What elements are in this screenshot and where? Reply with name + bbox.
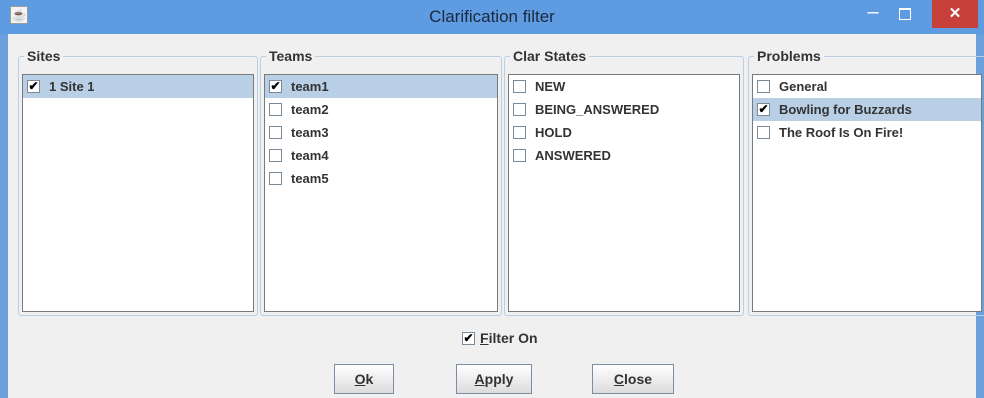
list-item[interactable]: ✔ team1 bbox=[265, 75, 497, 98]
teams-list[interactable]: ✔ team1 team2 team3 team4 team5 bbox=[264, 74, 498, 312]
maximize-button[interactable] bbox=[892, 0, 918, 28]
list-item[interactable]: The Roof Is On Fire! bbox=[753, 121, 981, 144]
list-item[interactable]: ANSWERED bbox=[509, 144, 739, 167]
list-item[interactable]: ✔ Bowling for Buzzards bbox=[753, 98, 981, 121]
sites-panel: Sites ✔ 1 Site 1 bbox=[18, 48, 258, 316]
teams-panel-title: Teams bbox=[266, 48, 316, 64]
list-item[interactable]: HOLD bbox=[509, 121, 739, 144]
item-label: team3 bbox=[291, 125, 329, 140]
checkbox[interactable] bbox=[513, 149, 526, 162]
filter-on-checkbox[interactable]: ✔ Filter On bbox=[462, 328, 538, 348]
checkbox[interactable] bbox=[269, 103, 282, 116]
checkbox[interactable]: ✔ bbox=[27, 80, 40, 93]
apply-button[interactable]: Apply bbox=[456, 364, 532, 394]
maximize-icon bbox=[899, 7, 911, 20]
dialog-content: Sites ✔ 1 Site 1 Teams ✔ team1 team2 team3 te… bbox=[8, 34, 984, 398]
window-title: Clarification filter bbox=[429, 7, 555, 26]
checkbox[interactable] bbox=[757, 80, 770, 93]
item-label: team4 bbox=[291, 148, 329, 163]
ok-button[interactable]: Ok bbox=[334, 364, 394, 394]
item-label: team2 bbox=[291, 102, 329, 117]
checkbox[interactable] bbox=[513, 103, 526, 116]
problems-list[interactable]: General ✔ Bowling for Buzzards The Roof Is … bbox=[752, 74, 982, 312]
close-window-button[interactable]: ✕ bbox=[932, 0, 978, 28]
checkbox[interactable] bbox=[269, 149, 282, 162]
minimize-button[interactable]: – bbox=[860, 0, 886, 28]
list-item[interactable]: ✔ 1 Site 1 bbox=[23, 75, 253, 98]
checkbox[interactable] bbox=[757, 126, 770, 139]
item-label: 1 Site 1 bbox=[49, 79, 95, 94]
checkbox[interactable]: ✔ bbox=[757, 103, 770, 116]
close-icon: ✕ bbox=[948, 5, 962, 22]
dialog-window: ☕ Clarification filter – ✕ Sites ✔ 1 Site… bbox=[0, 0, 984, 398]
checkbox[interactable] bbox=[513, 80, 526, 93]
item-label: General bbox=[779, 79, 828, 94]
item-label: The Roof Is On Fire! bbox=[779, 125, 904, 140]
list-item[interactable]: team2 bbox=[265, 98, 497, 121]
item-label: Bowling for Buzzards bbox=[779, 102, 912, 117]
list-item[interactable]: General bbox=[753, 75, 981, 98]
item-label: BEING_ANSWERED bbox=[535, 102, 660, 117]
list-item[interactable]: NEW bbox=[509, 75, 739, 98]
item-label: team5 bbox=[291, 171, 329, 186]
close-button[interactable]: Close bbox=[592, 364, 674, 394]
list-item[interactable]: team5 bbox=[265, 167, 497, 190]
list-item[interactable]: BEING_ANSWERED bbox=[509, 98, 739, 121]
clar-states-list[interactable]: NEW BEING_ANSWERED HOLD ANSWERED bbox=[508, 74, 740, 312]
teams-panel: Teams ✔ team1 team2 team3 team4 team5 bbox=[260, 48, 502, 316]
filter-on-check-icon[interactable]: ✔ bbox=[462, 332, 475, 345]
list-item[interactable]: team3 bbox=[265, 121, 497, 144]
sites-panel-title: Sites bbox=[24, 48, 64, 64]
problems-panel-title: Problems bbox=[754, 48, 824, 64]
checkbox[interactable] bbox=[269, 126, 282, 139]
sites-list[interactable]: ✔ 1 Site 1 bbox=[22, 74, 254, 312]
item-label: HOLD bbox=[535, 125, 572, 140]
checkbox[interactable] bbox=[513, 126, 526, 139]
minimize-icon: – bbox=[867, 1, 879, 23]
problems-panel: Problems General ✔ Bowling for Buzzards The… bbox=[748, 48, 984, 316]
item-label: ANSWERED bbox=[535, 148, 611, 163]
clar-states-panel: Clar States NEW BEING_ANSWERED HOLD ANSWERE… bbox=[504, 48, 744, 316]
list-item[interactable]: team4 bbox=[265, 144, 497, 167]
item-label: team1 bbox=[291, 79, 329, 94]
checkbox[interactable] bbox=[269, 172, 282, 185]
checkbox[interactable]: ✔ bbox=[269, 80, 282, 93]
item-label: NEW bbox=[535, 79, 566, 94]
title-bar[interactable]: ☕ Clarification filter – ✕ bbox=[0, 0, 984, 34]
clar-states-panel-title: Clar States bbox=[510, 48, 590, 64]
